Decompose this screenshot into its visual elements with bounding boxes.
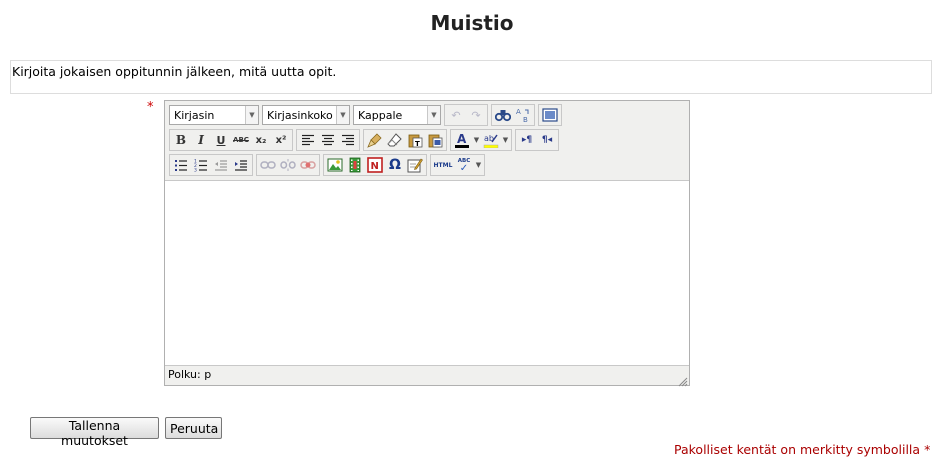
bullet-list-icon[interactable] [171,155,191,175]
resize-grip-icon[interactable] [676,372,688,387]
checkmark-icon: ✓ [459,163,469,174]
format-select-value: Kappale [358,108,403,122]
strikethrough-button[interactable]: ABC [231,130,251,150]
background-color-icon[interactable]: ab [481,130,501,150]
svg-text:B: B [523,116,528,123]
format-select[interactable]: Kappale ▼ [353,105,441,125]
font-size-select[interactable]: Kirjasinkoko ▼ [262,105,350,125]
svg-text:A: A [457,132,467,146]
color-group: A ▼ ab ▼ [450,129,512,151]
chevron-down-icon[interactable]: ▼ [472,130,481,150]
eraser-icon[interactable] [385,130,405,150]
required-note-star: * [924,442,931,457]
italic-button[interactable]: I [191,130,211,150]
toolbar-row-2: B I U ABC x₂ x² T A ▼ ab ▼ ▸¶ ¶◂ [169,129,562,151]
insert-group: N Ω [323,154,427,176]
cleanup-brush-icon[interactable] [365,130,385,150]
ltr-icon[interactable]: ▸¶ [517,130,537,150]
clipboard-group: T [363,129,447,151]
redo-icon[interactable]: ↷ [466,105,486,125]
underline-button[interactable]: U [211,130,231,150]
chevron-down-icon: ▼ [336,106,349,124]
direction-group: ▸¶ ¶◂ [515,129,559,151]
insert-media-icon[interactable] [345,155,365,175]
svg-text:N: N [371,161,379,172]
font-size-select-value: Kirjasinkoko [267,108,333,122]
editor-content-area[interactable] [165,180,689,366]
text-color-icon[interactable]: A [452,130,472,150]
link-group [256,154,320,176]
html-source-button[interactable]: HTML [432,155,454,175]
svg-text:3: 3 [194,167,197,172]
page-title: Muistio [430,11,514,35]
svg-text:A: A [516,108,521,116]
svg-text:T: T [415,140,420,148]
fullscreen-group [538,104,562,126]
required-marker: * [147,100,154,115]
rich-text-editor: Kirjasin ▼ Kirjasinkoko ▼ Kappale ▼ ↶ ↷ … [164,100,690,387]
align-group [296,129,360,151]
chevron-down-icon[interactable]: ▼ [501,130,510,150]
replace-icon[interactable]: AB [513,105,533,125]
nolink-icon[interactable]: N [365,155,385,175]
chevron-down-icon[interactable]: ▼ [474,155,483,175]
chevron-down-icon: ▼ [245,106,258,124]
fullscreen-icon[interactable] [540,105,560,125]
element-path: Polku: p [168,368,212,381]
anchor-unlink-icon[interactable] [298,155,318,175]
unlink-icon[interactable] [278,155,298,175]
save-changes-button[interactable]: Tallenna muutokset [30,417,159,448]
align-center-icon[interactable] [318,130,338,150]
align-right-icon[interactable] [338,130,358,150]
paste-text-icon[interactable]: T [405,130,425,150]
cancel-button[interactable]: Peruuta [165,417,222,439]
instructions-text: Kirjoita jokaisen oppitunnin jälkeen, mi… [10,60,932,94]
spellcheck-icon[interactable]: ABC ✓ [454,155,474,175]
find-icon[interactable] [493,105,513,125]
required-fields-note-text: Pakolliset kentät on merkitty symbolilla [674,442,921,457]
toolbar-row-3: 123 N Ω HTML ABC ✓ ▼ [169,154,488,176]
html-group: HTML ABC ✓ ▼ [430,154,485,176]
search-group: AB [491,104,535,126]
font-family-select[interactable]: Kirjasin ▼ [169,105,259,125]
text-style-group: B I U ABC x₂ x² [169,129,293,151]
chevron-down-icon: ▼ [427,106,440,124]
edit-note-icon[interactable] [405,155,425,175]
superscript-button[interactable]: x² [271,130,291,150]
undo-redo-group: ↶ ↷ [444,104,488,126]
numbered-list-icon[interactable]: 123 [191,155,211,175]
undo-icon[interactable]: ↶ [446,105,466,125]
toolbar-row-1: Kirjasin ▼ Kirjasinkoko ▼ Kappale ▼ ↶ ↷ … [169,104,565,126]
list-group: 123 [169,154,253,176]
outdent-icon[interactable] [211,155,231,175]
bold-button[interactable]: B [171,130,191,150]
link-icon[interactable] [258,155,278,175]
subscript-button[interactable]: x₂ [251,130,271,150]
font-family-select-value: Kirjasin [174,108,215,122]
insert-image-icon[interactable] [325,155,345,175]
special-char-button[interactable]: Ω [385,155,405,175]
indent-icon[interactable] [231,155,251,175]
rtl-icon[interactable]: ¶◂ [537,130,557,150]
paste-word-icon[interactable] [425,130,445,150]
align-left-icon[interactable] [298,130,318,150]
required-fields-note: Pakolliset kentät on merkitty symbolilla… [674,442,930,457]
